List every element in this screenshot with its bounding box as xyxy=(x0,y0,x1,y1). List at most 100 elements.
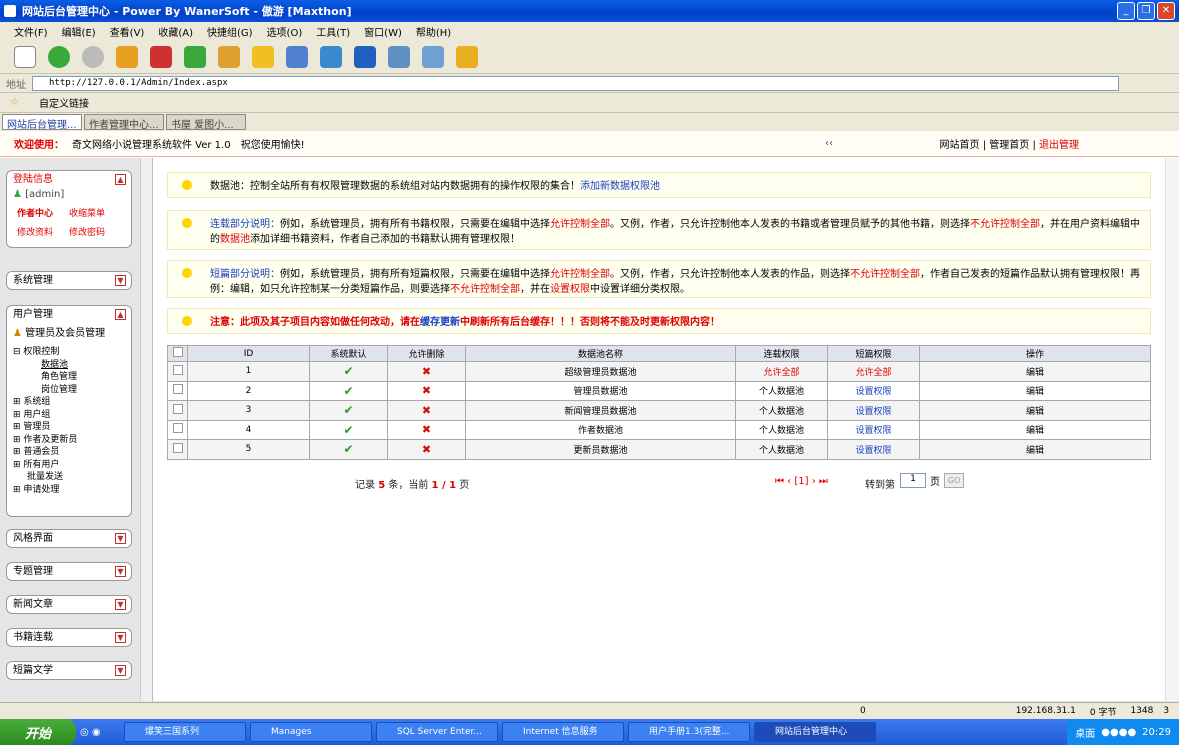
tool-icon[interactable] xyxy=(388,45,410,68)
set-permission-link[interactable]: 设置权限 xyxy=(827,400,920,421)
row-checkbox[interactable] xyxy=(172,384,183,395)
taskbar-item[interactable]: 爆笑三国系列 xyxy=(124,722,246,742)
author-center-link[interactable]: 作者中心 xyxy=(17,206,69,219)
menu-help[interactable]: 帮助(H) xyxy=(416,24,451,39)
tab-author[interactable]: 作者管理中心... xyxy=(84,114,164,130)
set-permission-link[interactable]: 设置权限 xyxy=(827,439,920,460)
tool-icon[interactable] xyxy=(422,45,444,68)
page-nav[interactable]: ⏮ ‹ [1] › ⏭ xyxy=(775,476,828,487)
login-title: 登陆信息 xyxy=(13,174,53,185)
tree-node[interactable]: ⊞ 申请处理 xyxy=(13,484,131,497)
expand-icon[interactable]: ▼ xyxy=(115,533,126,544)
menu-groups[interactable]: 快捷组(G) xyxy=(207,24,253,39)
tree-node[interactable]: ⊞ 用户组 xyxy=(13,409,131,422)
row-short: 允许全部 xyxy=(827,361,920,382)
logout-link[interactable]: 退出管理 xyxy=(1039,140,1079,151)
expand-icon[interactable]: ▼ xyxy=(115,275,126,286)
collapse-icon[interactable]: ▲ xyxy=(115,309,126,320)
section-topics[interactable]: 专题管理 ▼ xyxy=(6,562,132,581)
expand-icon[interactable]: ▼ xyxy=(115,665,126,676)
tree-node[interactable]: 数据池 xyxy=(13,359,131,372)
row-serial: 个人数据池 xyxy=(735,439,828,460)
tree-node[interactable]: 批量发送 xyxy=(13,471,131,484)
refresh-icon[interactable] xyxy=(184,45,206,68)
tree-node[interactable]: ⊞ 普通会员 xyxy=(13,446,131,459)
tree-node[interactable]: 岗位管理 xyxy=(13,384,131,397)
edit-link[interactable]: 编辑 xyxy=(919,439,1151,460)
taskbar-item[interactable]: Manages xyxy=(250,722,372,742)
select-all-checkbox[interactable] xyxy=(172,347,183,357)
expand-icon[interactable]: ▼ xyxy=(115,566,126,577)
tool-icon[interactable] xyxy=(456,45,478,68)
collapse-icon[interactable]: ▲ xyxy=(115,174,126,185)
sidebar-scrollbar[interactable] xyxy=(140,158,152,701)
page-input[interactable]: 1 xyxy=(900,473,926,488)
section-system[interactable]: 系统管理 ▼ xyxy=(6,271,132,290)
menu-edit[interactable]: 编辑(E) xyxy=(62,24,96,39)
forward-icon[interactable] xyxy=(82,45,104,68)
tree-node[interactable]: ⊞ 作者及更新员 xyxy=(13,434,131,447)
edit-link[interactable]: 编辑 xyxy=(919,419,1151,440)
collapse-menu-link[interactable]: 收缩菜单 xyxy=(69,206,121,219)
back-icon[interactable] xyxy=(48,45,70,68)
menu-tools[interactable]: 工具(T) xyxy=(316,24,350,39)
menu-file[interactable]: 文件(F) xyxy=(14,24,48,39)
add-datapool-link[interactable]: 添加新数据权限池 xyxy=(580,181,660,192)
section-news[interactable]: 新闻文章 ▼ xyxy=(6,595,132,614)
start-button[interactable]: 开始 xyxy=(0,719,76,745)
edit-link[interactable]: 编辑 xyxy=(919,400,1151,421)
section-short[interactable]: 短篇文学 ▼ xyxy=(6,661,132,680)
edit-link[interactable]: 编辑 xyxy=(919,380,1151,401)
row-checkbox[interactable] xyxy=(172,442,183,453)
quicklaunch-icon[interactable]: ◎ ◉ xyxy=(80,727,120,738)
expand-icon[interactable]: ▼ xyxy=(115,599,126,610)
main-scrollbar[interactable] xyxy=(1165,158,1179,701)
section-books[interactable]: 书籍连载 ▼ xyxy=(6,628,132,647)
taskbar-item[interactable]: 网站后台管理中心 xyxy=(754,722,876,742)
tab-admin[interactable]: 网站后台管理... xyxy=(2,114,82,130)
tree-node[interactable]: ⊟ 权限控制 xyxy=(13,346,131,359)
set-permission-link[interactable]: 设置权限 xyxy=(827,419,920,440)
tab-bookhouse[interactable]: 书屋 爱图小... xyxy=(166,114,246,130)
favorites-star-icon[interactable] xyxy=(252,45,274,68)
expand-icon[interactable]: ▼ xyxy=(115,632,126,643)
edit-profile-link[interactable]: 修改资料 xyxy=(17,225,69,238)
go-button[interactable]: GO xyxy=(944,473,964,488)
site-home-link[interactable]: 网站首页 xyxy=(940,140,980,151)
taskbar-item[interactable]: SQL Server Enter... xyxy=(376,722,498,742)
minimize-button[interactable]: _ xyxy=(1117,2,1135,20)
cache-update-link[interactable]: 缓存更新 xyxy=(420,317,460,328)
row-checkbox[interactable] xyxy=(172,364,183,375)
custom-links[interactable]: 自定义链接 xyxy=(39,95,89,110)
address-input[interactable]: http://127.0.0.1/Admin/Index.aspx xyxy=(32,76,1119,91)
stop-icon[interactable] xyxy=(150,45,172,68)
taskbar-item[interactable]: 用户手册1.3(完整... xyxy=(628,722,750,742)
row-id: 4 xyxy=(187,419,310,440)
collapse-icon[interactable]: ‹‹ xyxy=(825,138,833,149)
undo-icon[interactable] xyxy=(354,45,376,68)
menu-options[interactable]: 选项(O) xyxy=(267,24,303,39)
taskbar-item[interactable]: Internet 信息服务 xyxy=(502,722,624,742)
tool-icon[interactable] xyxy=(286,45,308,68)
section-style[interactable]: 风格界面 ▼ xyxy=(6,529,132,548)
restore-button[interactable]: ❐ xyxy=(1137,2,1155,20)
change-password-link[interactable]: 修改密码 xyxy=(69,225,121,238)
menu-view[interactable]: 查看(V) xyxy=(110,24,145,39)
row-checkbox[interactable] xyxy=(172,423,183,434)
new-page-icon[interactable] xyxy=(14,45,36,68)
up-icon[interactable] xyxy=(116,45,138,68)
desktop-toolbar[interactable]: 桌面 xyxy=(1075,725,1095,740)
set-permission-link[interactable]: 设置权限 xyxy=(827,380,920,401)
row-checkbox[interactable] xyxy=(172,403,183,414)
tool-icon[interactable] xyxy=(320,45,342,68)
tree-node[interactable]: ⊞ 管理员 xyxy=(13,421,131,434)
close-button[interactable]: ✕ xyxy=(1157,2,1175,20)
menu-favorites[interactable]: 收藏(A) xyxy=(158,24,193,39)
tree-node[interactable]: ⊞ 系统组 xyxy=(13,396,131,409)
menu-window[interactable]: 窗口(W) xyxy=(364,24,402,39)
home-icon[interactable] xyxy=(218,45,240,68)
admin-home-link[interactable]: 管理首页 xyxy=(989,140,1029,151)
tree-node[interactable]: ⊞ 所有用户 xyxy=(13,459,131,472)
edit-link[interactable]: 编辑 xyxy=(919,361,1151,382)
tree-node[interactable]: 角色管理 xyxy=(13,371,131,384)
